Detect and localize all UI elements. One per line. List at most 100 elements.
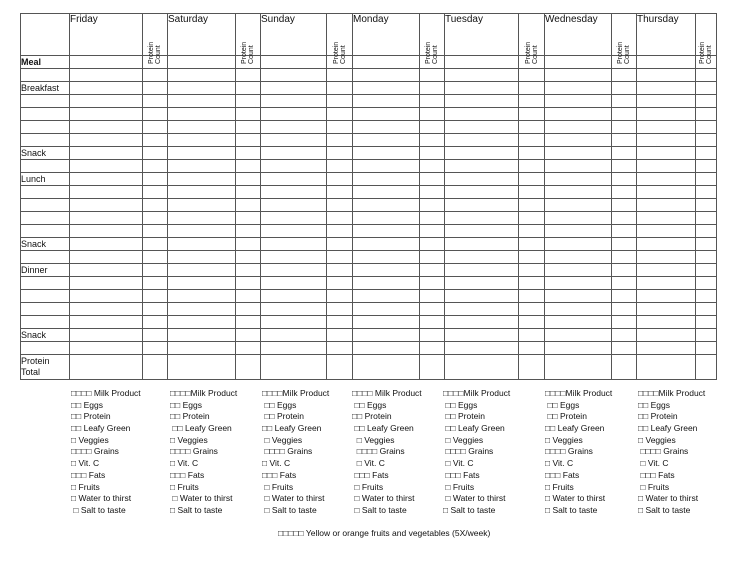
meal-entry-cell[interactable] [444, 81, 519, 95]
meal-entry-cell[interactable] [636, 94, 696, 108]
protein-count-cell[interactable] [695, 159, 717, 173]
meal-entry-cell[interactable] [69, 237, 143, 251]
meal-entry-cell[interactable] [69, 289, 143, 303]
checklist-item[interactable]: □□ Leafy Green [638, 423, 705, 435]
protein-count-cell[interactable] [142, 224, 168, 238]
meal-entry-cell[interactable] [636, 198, 696, 212]
protein-count-cell[interactable] [326, 237, 353, 251]
protein-count-cell[interactable] [695, 133, 717, 147]
protein-count-cell[interactable] [326, 354, 353, 380]
protein-count-cell[interactable] [419, 263, 445, 277]
protein-count-cell[interactable] [611, 276, 637, 290]
protein-count-cell[interactable] [235, 328, 261, 342]
checklist-item[interactable]: □□ Protein [71, 411, 141, 423]
protein-count-cell[interactable] [142, 146, 168, 160]
protein-count-cell[interactable] [326, 250, 353, 264]
protein-count-cell[interactable] [419, 198, 445, 212]
protein-count-cell[interactable] [326, 107, 353, 121]
protein-count-cell[interactable] [611, 146, 637, 160]
meal-entry-cell[interactable] [167, 159, 236, 173]
checklist-item[interactable]: □□□□ Grains [638, 446, 705, 458]
checklist-item[interactable]: □ Salt to taste [352, 505, 422, 517]
meal-entry-cell[interactable] [352, 81, 420, 95]
meal-entry-cell[interactable] [260, 237, 327, 251]
protein-count-cell[interactable] [611, 198, 637, 212]
meal-entry-cell[interactable] [167, 237, 236, 251]
checklist-item[interactable]: □ Fruits [71, 482, 141, 494]
meal-entry-cell[interactable] [167, 328, 236, 342]
protein-count-cell[interactable] [611, 289, 637, 303]
meal-entry-cell[interactable] [352, 354, 420, 380]
protein-count-cell[interactable] [611, 354, 637, 380]
protein-count-cell[interactable] [695, 276, 717, 290]
meal-entry-cell[interactable] [636, 107, 696, 121]
checklist-item[interactable]: □ Vit. C [170, 458, 237, 470]
meal-entry-cell[interactable] [167, 354, 236, 380]
meal-entry-cell[interactable] [260, 133, 327, 147]
protein-count-cell[interactable] [235, 146, 261, 160]
checklist-item[interactable]: □ Fruits [638, 482, 705, 494]
meal-entry-cell[interactable] [444, 68, 519, 82]
meal-entry-cell[interactable] [444, 120, 519, 134]
protein-count-cell[interactable] [611, 341, 637, 355]
protein-count-cell[interactable] [611, 107, 637, 121]
protein-count-cell[interactable] [326, 315, 353, 329]
meal-entry-cell[interactable] [260, 120, 327, 134]
protein-count-cell[interactable] [695, 237, 717, 251]
protein-count-cell[interactable] [611, 263, 637, 277]
meal-entry-cell[interactable] [167, 302, 236, 316]
checklist-item[interactable]: □ Vit. C [638, 458, 705, 470]
protein-count-cell[interactable] [142, 198, 168, 212]
meal-entry-cell[interactable] [444, 133, 519, 147]
meal-entry-cell[interactable] [167, 211, 236, 225]
checklist-item[interactable]: □□ Leafy Green [71, 423, 141, 435]
meal-entry-cell[interactable] [352, 250, 420, 264]
meal-entry-cell[interactable] [167, 250, 236, 264]
meal-entry-cell[interactable] [167, 315, 236, 329]
meal-entry-cell[interactable] [352, 172, 420, 186]
protein-count-cell[interactable] [142, 315, 168, 329]
protein-count-cell[interactable] [235, 250, 261, 264]
protein-count-cell[interactable] [142, 133, 168, 147]
meal-entry-cell[interactable] [352, 224, 420, 238]
protein-count-cell[interactable] [518, 107, 545, 121]
protein-count-cell[interactable] [518, 263, 545, 277]
meal-entry-cell[interactable] [352, 237, 420, 251]
protein-count-cell[interactable] [235, 81, 261, 95]
meal-entry-cell[interactable] [69, 276, 143, 290]
checklist-item[interactable]: □ Veggies [71, 435, 141, 447]
checklist-item[interactable]: □□ Leafy Green [443, 423, 510, 435]
meal-entry-cell[interactable] [444, 172, 519, 186]
meal-entry-cell[interactable] [69, 263, 143, 277]
protein-count-cell[interactable] [611, 250, 637, 264]
checklist-item[interactable]: □□□ Fats [545, 470, 612, 482]
meal-entry-cell[interactable] [69, 159, 143, 173]
meal-entry-cell[interactable] [260, 107, 327, 121]
meal-entry-cell[interactable] [69, 354, 143, 380]
meal-entry-cell[interactable] [352, 146, 420, 160]
meal-entry-cell[interactable] [352, 198, 420, 212]
meal-entry-cell[interactable] [260, 328, 327, 342]
meal-entry-cell[interactable] [167, 146, 236, 160]
protein-count-cell[interactable] [419, 341, 445, 355]
meal-entry-cell[interactable] [352, 185, 420, 199]
checklist-item[interactable]: □□□□ Grains [71, 446, 141, 458]
meal-entry-cell[interactable] [69, 107, 143, 121]
protein-count-cell[interactable] [695, 146, 717, 160]
checklist-item[interactable]: □ Vit. C [545, 458, 612, 470]
meal-entry-cell[interactable] [544, 250, 612, 264]
protein-count-cell[interactable] [419, 120, 445, 134]
meal-entry-cell[interactable] [260, 159, 327, 173]
protein-count-cell[interactable] [235, 120, 261, 134]
meal-entry-cell[interactable] [69, 172, 143, 186]
meal-entry-cell[interactable] [69, 341, 143, 355]
checklist-item[interactable]: □□ Leafy Green [545, 423, 612, 435]
meal-entry-cell[interactable] [167, 81, 236, 95]
protein-count-cell[interactable] [235, 107, 261, 121]
protein-count-cell[interactable] [518, 146, 545, 160]
meal-entry-cell[interactable] [167, 94, 236, 108]
checklist-item[interactable]: □ Vit. C [71, 458, 141, 470]
protein-count-cell[interactable] [518, 341, 545, 355]
protein-count-cell[interactable] [142, 172, 168, 186]
meal-entry-cell[interactable] [544, 81, 612, 95]
